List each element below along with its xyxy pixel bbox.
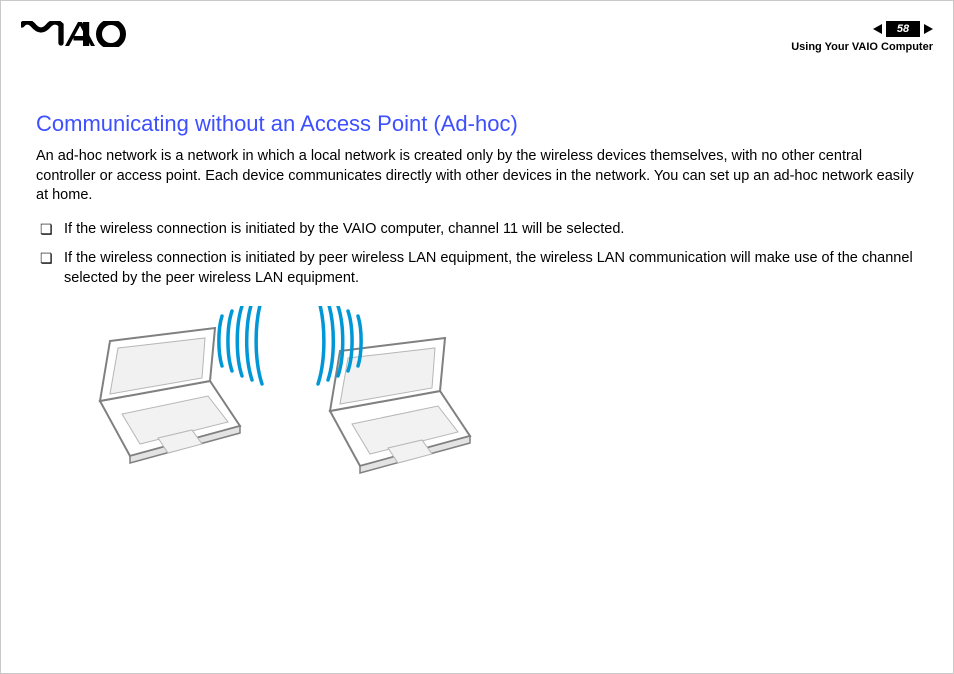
prev-page-icon[interactable] [873, 24, 882, 34]
main-content: Communicating without an Access Point (A… [36, 111, 918, 481]
next-page-icon[interactable] [924, 24, 933, 34]
page-number-badge: 58 [886, 21, 920, 37]
adhoc-diagram [80, 306, 918, 481]
intro-paragraph: An ad-hoc network is a network in which … [36, 147, 918, 206]
list-item: If the wireless connection is initiated … [36, 220, 918, 240]
page-header: 58 Using Your VAIO Computer [21, 21, 933, 51]
wireless-signal-left-icon [219, 306, 272, 388]
page-nav: 58 Using Your VAIO Computer [791, 21, 933, 53]
page-title: Communicating without an Access Point (A… [36, 111, 918, 137]
page-container: 58 Using Your VAIO Computer Communicatin… [0, 0, 954, 674]
bullet-list: If the wireless connection is initiated … [36, 220, 918, 289]
vaio-logo [21, 21, 131, 52]
list-item: If the wireless connection is initiated … [36, 249, 918, 288]
section-label: Using Your VAIO Computer [791, 41, 933, 53]
